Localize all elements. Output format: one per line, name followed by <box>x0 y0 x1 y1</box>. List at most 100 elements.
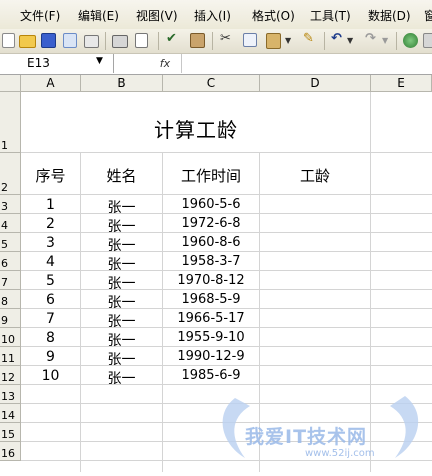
gridline <box>21 441 432 442</box>
spelling-icon[interactable]: ✔ <box>166 31 177 46</box>
paste-options-chevron-down-icon[interactable]: ▼ <box>285 36 291 45</box>
data-cell-name[interactable]: 张一 <box>81 197 162 217</box>
menu-insert[interactable]: 插入(I) <box>194 7 231 24</box>
row-header-4[interactable]: 4 <box>0 214 21 233</box>
open-folder-icon[interactable] <box>19 35 36 48</box>
format-painter-icon[interactable]: ✎ <box>303 31 314 46</box>
header-cell-name[interactable]: 姓名 <box>81 165 162 186</box>
worksheet-grid[interactable]: A B C D E 1 2 3 4 5 6 7 8 9 10 11 12 13 … <box>0 75 432 472</box>
toolbar-separator <box>158 32 159 50</box>
row-header-11[interactable]: 11 <box>0 347 21 366</box>
menu-data[interactable]: 数据(D) <box>368 7 411 24</box>
menu-tools[interactable]: 工具(T) <box>310 7 351 24</box>
paste-icon[interactable] <box>266 33 281 49</box>
mail-icon[interactable] <box>84 35 99 48</box>
row-header-9[interactable]: 9 <box>0 309 21 328</box>
data-cell-index[interactable]: 7 <box>21 311 80 327</box>
menu-edit[interactable]: 编辑(E) <box>78 7 119 24</box>
gridline <box>80 385 81 472</box>
row-header-7[interactable]: 7 <box>0 271 21 290</box>
data-cell-date[interactable]: 1958-3-7 <box>163 254 259 269</box>
gridline <box>21 152 432 153</box>
header-cell-seniority[interactable]: 工龄 <box>260 165 370 186</box>
data-cell-name[interactable]: 张一 <box>81 216 162 236</box>
column-header-b[interactable]: B <box>81 75 163 92</box>
menu-file[interactable]: 文件(F) <box>20 7 60 24</box>
row-header-13[interactable]: 13 <box>0 385 21 404</box>
undo-chevron-down-icon[interactable]: ▼ <box>347 36 353 45</box>
save-icon[interactable] <box>41 33 56 48</box>
column-header-a[interactable]: A <box>21 75 81 92</box>
data-cell-name[interactable]: 张一 <box>81 292 162 312</box>
name-box-chevron-down-icon[interactable]: ▼ <box>96 56 103 66</box>
gridline <box>370 92 371 472</box>
gridline <box>21 194 432 195</box>
gridline <box>259 385 260 472</box>
data-cell-index[interactable]: 3 <box>21 235 80 251</box>
hyperlink-globe-icon[interactable] <box>403 33 418 48</box>
data-cell-date[interactable]: 1966-5-17 <box>163 311 259 326</box>
name-box[interactable]: E13 ▼ <box>0 54 114 73</box>
data-cell-index[interactable]: 1 <box>21 197 80 213</box>
row-header-6[interactable]: 6 <box>0 252 21 271</box>
undo-icon[interactable]: ↶ <box>331 31 342 46</box>
autosum-icon[interactable] <box>423 33 432 48</box>
data-cell-date[interactable]: 1960-8-6 <box>163 235 259 250</box>
row-header-12[interactable]: 12 <box>0 366 21 385</box>
data-cell-name[interactable]: 张一 <box>81 235 162 255</box>
select-all-corner[interactable] <box>0 75 21 92</box>
data-cell-index[interactable]: 6 <box>21 292 80 308</box>
permission-icon[interactable] <box>63 33 77 48</box>
data-cell-date[interactable]: 1955-9-10 <box>163 330 259 345</box>
data-cell-date[interactable]: 1960-5-6 <box>163 197 259 212</box>
redo-chevron-down-icon[interactable]: ▼ <box>382 36 388 45</box>
row-header-15[interactable]: 15 <box>0 423 21 442</box>
row-header-2[interactable]: 2 <box>0 153 21 195</box>
data-cell-name[interactable]: 张一 <box>81 349 162 369</box>
data-cell-name[interactable]: 张一 <box>81 311 162 331</box>
row-header-3[interactable]: 3 <box>0 195 21 214</box>
print-icon[interactable] <box>112 35 128 48</box>
data-cell-date[interactable]: 1990-12-9 <box>163 349 259 364</box>
column-header-e[interactable]: E <box>371 75 432 92</box>
toolbar-separator <box>212 32 213 50</box>
formula-bar: E13 ▼ fx <box>0 54 432 75</box>
column-header-c[interactable]: C <box>163 75 260 92</box>
print-preview-icon[interactable] <box>135 33 148 48</box>
cut-icon[interactable]: ✂ <box>220 31 231 46</box>
data-cell-index[interactable]: 8 <box>21 330 80 346</box>
menu-view[interactable]: 视图(V) <box>136 7 178 24</box>
column-header-d[interactable]: D <box>260 75 371 92</box>
data-cell-index[interactable]: 5 <box>21 273 80 289</box>
row-header-1[interactable]: 1 <box>0 92 21 153</box>
redo-icon[interactable]: ↷ <box>365 31 376 46</box>
copy-icon[interactable] <box>243 33 257 47</box>
menu-window[interactable]: 窗 <box>424 7 432 24</box>
row-header-5[interactable]: 5 <box>0 233 21 252</box>
data-cell-date[interactable]: 1985-6-9 <box>163 368 259 383</box>
data-cell-name[interactable]: 张一 <box>81 254 162 274</box>
data-cell-date[interactable]: 1968-5-9 <box>163 292 259 307</box>
data-cell-name[interactable]: 张一 <box>81 368 162 388</box>
row-header-10[interactable]: 10 <box>0 328 21 347</box>
data-cell-name[interactable]: 张一 <box>81 330 162 350</box>
header-cell-start-date[interactable]: 工作时间 <box>163 165 259 186</box>
research-icon[interactable] <box>190 33 205 48</box>
data-cell-index[interactable]: 10 <box>21 368 80 384</box>
new-file-icon[interactable] <box>2 33 15 48</box>
row-header-16[interactable]: 16 <box>0 442 21 461</box>
data-cell-date[interactable]: 1970-8-12 <box>163 273 259 288</box>
row-header-14[interactable]: 14 <box>0 404 21 423</box>
insert-function-icon[interactable]: fx <box>150 55 180 73</box>
data-cell-date[interactable]: 1972-6-8 <box>163 216 259 231</box>
header-cell-index[interactable]: 序号 <box>21 165 80 186</box>
data-cell-name[interactable]: 张一 <box>81 273 162 293</box>
menu-format[interactable]: 格式(O) <box>252 7 295 24</box>
formula-input[interactable] <box>181 54 432 73</box>
data-cell-index[interactable]: 4 <box>21 254 80 270</box>
data-cell-index[interactable]: 9 <box>21 349 80 365</box>
data-cell-index[interactable]: 2 <box>21 216 80 232</box>
standard-toolbar: ✔ ✂ ▼ ✎ ↶ ▼ ↷ ▼ <box>0 29 432 54</box>
sheet-title[interactable]: 计算工龄 <box>21 114 371 143</box>
row-header-8[interactable]: 8 <box>0 290 21 309</box>
